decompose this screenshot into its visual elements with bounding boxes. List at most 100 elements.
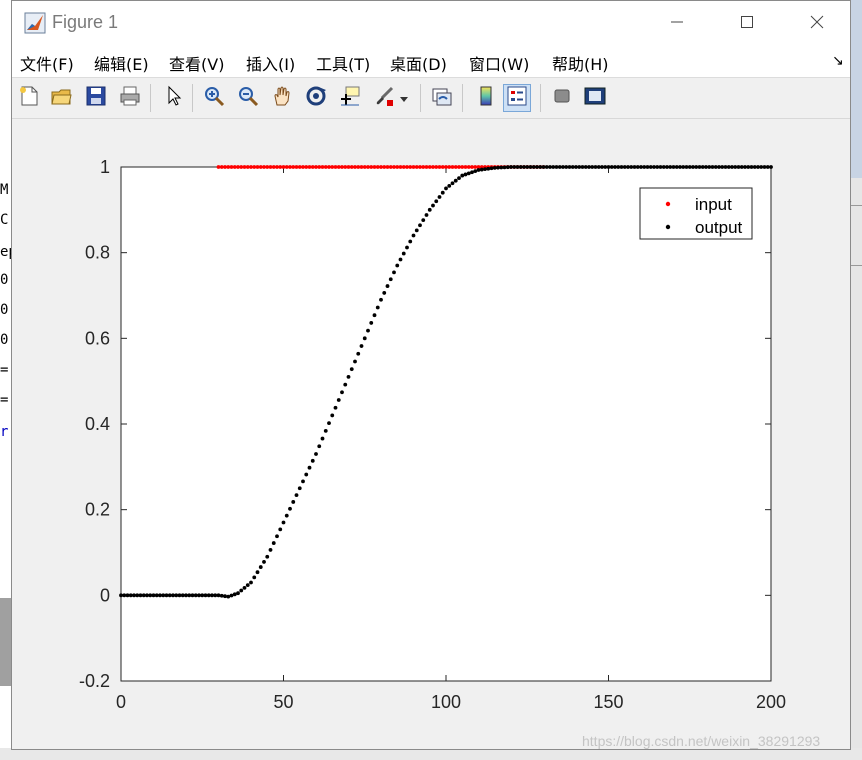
data-point-output [609, 165, 614, 169]
show-plot-tools-button[interactable] [581, 84, 609, 112]
menu-tools[interactable]: 工具(T) [316, 51, 370, 75]
data-point-output [759, 165, 764, 169]
data-point-input [245, 165, 250, 169]
data-point-output [570, 165, 575, 169]
data-point-output [437, 195, 442, 199]
print-icon [119, 85, 141, 111]
data-point-input [268, 165, 273, 169]
hide-plot-tools-button[interactable] [548, 84, 576, 112]
data-point-output [678, 165, 682, 169]
brush-dropdown-icon [399, 89, 409, 108]
plot-area[interactable]: 0 50 100 150 200 -0.2 0 0.2 0.4 0.6 0.8 1 input outpu… [12, 119, 850, 749]
menu-view[interactable]: 查看(V) [169, 51, 224, 75]
legend-button[interactable] [503, 84, 531, 112]
brush-button[interactable] [370, 84, 398, 112]
legend-icon [506, 85, 528, 111]
data-point-output [697, 165, 702, 169]
data-point-output [531, 165, 536, 169]
minimize-button[interactable] [657, 9, 697, 37]
background-text-fragment: 0 [0, 302, 9, 318]
data-point-input [216, 165, 221, 169]
data-point-output [210, 593, 214, 598]
data-point-input [395, 165, 400, 169]
zoom-in-button[interactable] [200, 84, 228, 112]
background-text-fragment: 0 [0, 272, 9, 288]
data-point-input [414, 165, 419, 169]
link-plot-button[interactable] [428, 84, 456, 112]
data-point-output [346, 374, 351, 379]
print-button[interactable] [116, 84, 144, 112]
data-point-output [216, 593, 221, 598]
data-point-input [369, 165, 374, 169]
data-point-output [665, 165, 669, 169]
menu-insert[interactable]: 插入(I) [246, 51, 295, 75]
data-point-input [366, 165, 370, 169]
data-point-input [460, 165, 465, 169]
data-point-output [304, 472, 309, 477]
data-point-output [307, 465, 312, 470]
zoom-out-button[interactable] [234, 84, 262, 112]
data-cursor-button[interactable] [336, 84, 364, 112]
figure-toolbar [12, 78, 850, 119]
data-point-input [427, 165, 432, 169]
data-point-input [356, 165, 361, 169]
data-point-output [333, 405, 338, 410]
data-point-output [639, 165, 643, 169]
data-point-output [486, 166, 491, 171]
menu-window[interactable]: 窗口(W) [469, 51, 529, 75]
x-tick-label: 0 [116, 692, 126, 712]
menu-file[interactable]: 文件(F) [20, 51, 74, 75]
data-point-output [379, 297, 383, 302]
maximize-button[interactable] [727, 9, 767, 37]
data-point-output [132, 593, 136, 598]
colorbar-button[interactable] [472, 84, 500, 112]
figure-canvas[interactable]: 0 50 100 150 200 -0.2 0 0.2 0.4 0.6 0.8 1 input outpu… [12, 119, 850, 749]
x-tick-label: 100 [431, 692, 461, 712]
data-point-output [661, 165, 666, 169]
data-point-output [749, 165, 754, 169]
data-point-output [535, 165, 539, 169]
background-text-fragment: = [0, 362, 9, 378]
data-point-output [756, 165, 760, 169]
close-button[interactable] [797, 9, 837, 37]
axes-box [120, 166, 772, 682]
brush-dropdown-button[interactable] [397, 84, 411, 112]
data-point-output [512, 165, 517, 169]
new-figure-button[interactable] [15, 84, 43, 112]
open-file-button[interactable] [47, 84, 75, 112]
data-point-output [548, 165, 552, 169]
dock-figure-button[interactable]: ↘ [832, 53, 844, 69]
data-point-output [148, 593, 153, 598]
data-point-input [226, 165, 231, 169]
menu-edit[interactable]: 编辑(E) [94, 51, 149, 75]
data-point-output [681, 165, 686, 169]
pointer-button[interactable] [160, 84, 188, 112]
data-point-output [515, 165, 520, 169]
data-point-input [450, 165, 455, 169]
save-button[interactable] [82, 84, 110, 112]
rotate-3d-button[interactable] [302, 84, 330, 112]
brush-icon [373, 85, 395, 111]
data-point-output [717, 165, 721, 169]
data-point-output [223, 594, 227, 599]
data-point-output [577, 165, 582, 169]
data-point-output [327, 421, 331, 426]
data-point-input [327, 165, 331, 169]
title-bar[interactable]: Figure 1 [12, 1, 850, 45]
open-file-icon [50, 85, 72, 111]
data-point-input [444, 165, 448, 169]
menu-help[interactable]: 帮助(H) [552, 51, 609, 75]
data-point-output [590, 165, 595, 169]
data-point-input [255, 165, 260, 169]
minimize-icon [670, 14, 684, 33]
menu-bar: 文件(F) 编辑(E) 查看(V) 插入(I) 工具(T) 桌面(D) 窗口(W… [12, 45, 850, 78]
data-point-input [473, 165, 478, 169]
data-point-output [463, 172, 468, 177]
data-point-output [603, 165, 608, 169]
data-point-input [223, 165, 227, 169]
background-window-right-top [850, 0, 862, 178]
menu-desktop[interactable]: 桌面(D) [390, 51, 447, 75]
zoom-in-icon [203, 85, 225, 111]
pan-button[interactable] [268, 84, 296, 112]
data-point-output [567, 165, 572, 169]
